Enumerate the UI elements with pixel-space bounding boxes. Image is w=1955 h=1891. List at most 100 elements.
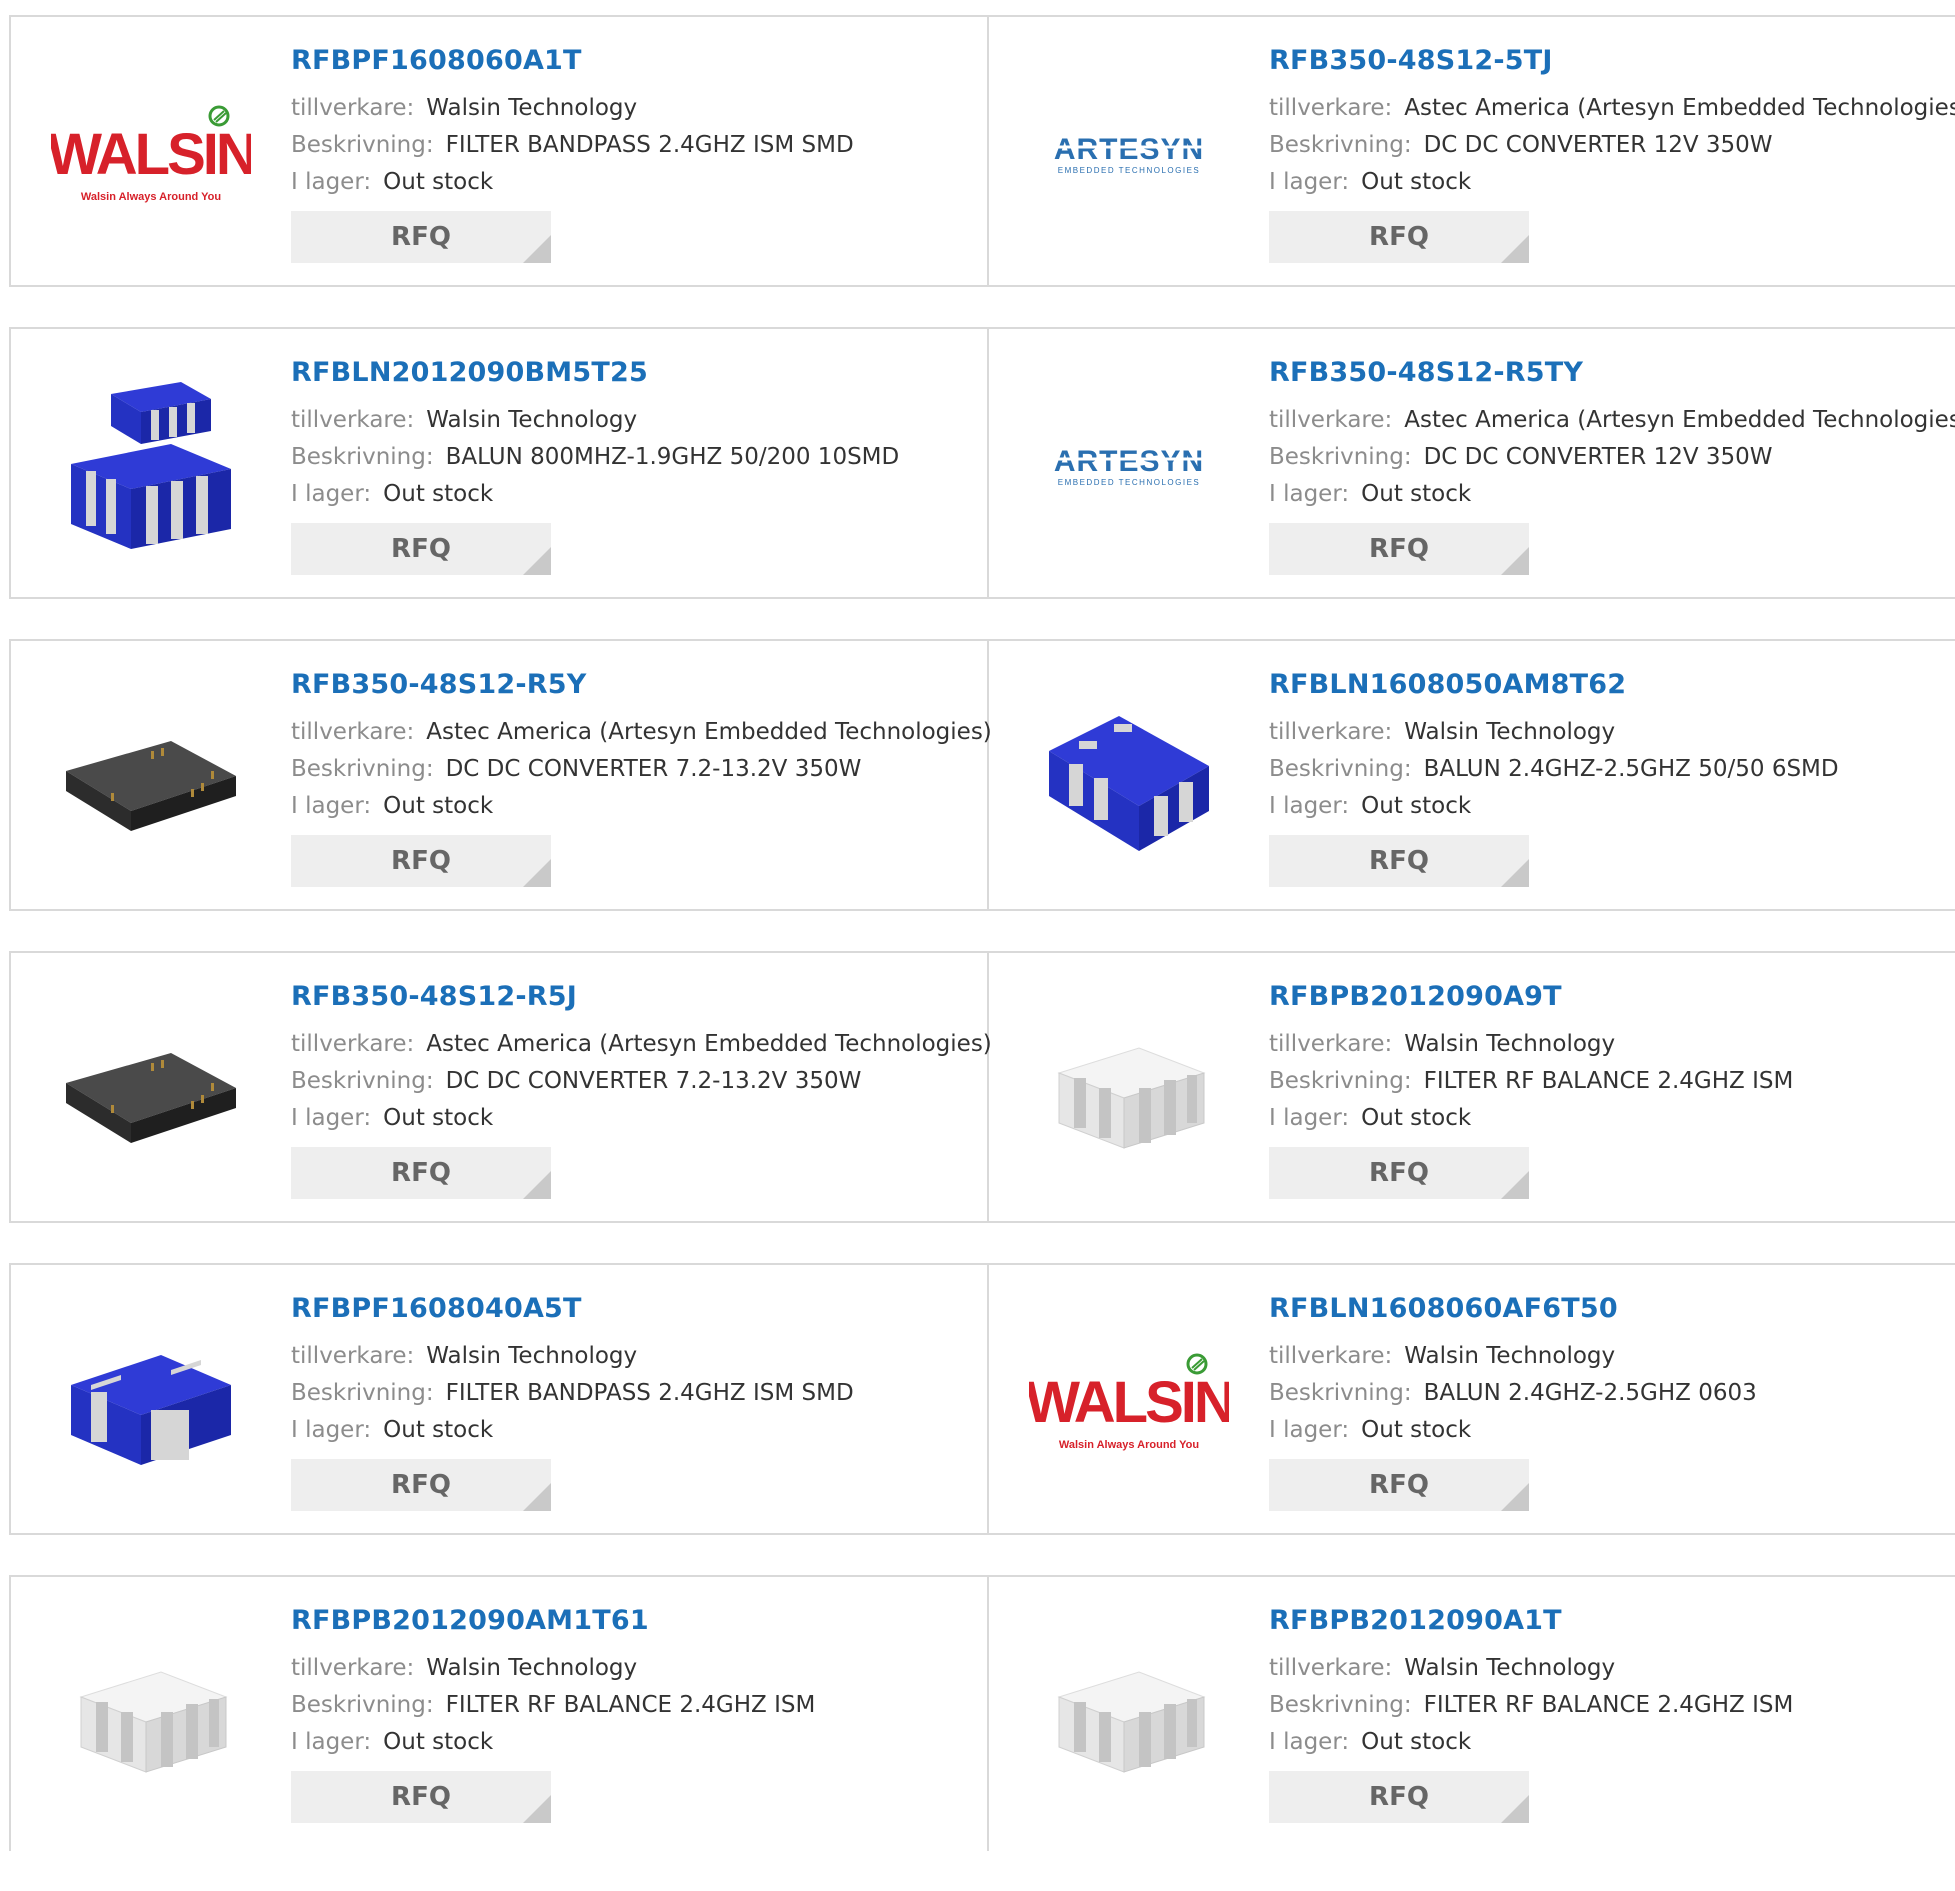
rfq-button[interactable]: RFQ bbox=[291, 523, 551, 575]
description-label: Beskrivning: bbox=[1269, 1692, 1412, 1718]
rfq-label: RFQ bbox=[1369, 1782, 1429, 1812]
description-value: BALUN 2.4GHZ-2.5GHZ 0603 bbox=[1423, 1380, 1757, 1406]
description-value: FILTER BANDPASS 2.4GHZ ISM SMD bbox=[445, 1380, 854, 1406]
product-image[interactable]: ARTESYN EMBEDDED TECHNOLOGIES bbox=[1029, 57, 1229, 257]
description-value: DC DC CONVERTER 12V 350W bbox=[1423, 444, 1773, 470]
product-image[interactable]: WALSIN Walsin Always Around You bbox=[1029, 1305, 1229, 1505]
description-label: Beskrivning: bbox=[291, 1068, 434, 1094]
rfq-button[interactable]: RFQ bbox=[1269, 1771, 1529, 1823]
rfq-button[interactable]: RFQ bbox=[291, 211, 551, 263]
rfq-label: RFQ bbox=[391, 1470, 451, 1500]
svg-text:ARTESYN: ARTESYN bbox=[1054, 133, 1204, 166]
product-image[interactable] bbox=[1029, 1617, 1229, 1817]
corner-triangle-icon bbox=[523, 547, 551, 575]
svg-text:WALSIN: WALSIN bbox=[51, 122, 251, 187]
stock-label: I lager: bbox=[291, 481, 372, 507]
description-value: DC DC CONVERTER 12V 350W bbox=[1423, 132, 1773, 158]
product-card: ARTESYN EMBEDDED TECHNOLOGIES RFB350-48S… bbox=[989, 17, 1955, 285]
product-card: RFBPB2012090A9T tillverkare: Walsin Techn… bbox=[989, 953, 1955, 1221]
rfq-button[interactable]: RFQ bbox=[291, 835, 551, 887]
svg-text:EMBEDDED TECHNOLOGIES: EMBEDDED TECHNOLOGIES bbox=[1058, 166, 1200, 175]
manufacturer-label: tillverkare: bbox=[1269, 95, 1393, 121]
product-card: RFBPB2012090A1T tillverkare: Walsin Techn… bbox=[989, 1577, 1955, 1851]
description-label: Beskrivning: bbox=[291, 1380, 434, 1406]
product-info: RFBLN2012090BM5T25 tillverkare: Walsin Te… bbox=[291, 357, 899, 575]
product-row: RFB350-48S12-R5Y tillverkare: Astec Ameri… bbox=[9, 639, 1955, 911]
stock-label: I lager: bbox=[291, 1417, 372, 1443]
product-info: RFBLN1608050AM8T62 tillverkare: Walsin Te… bbox=[1269, 669, 1839, 887]
corner-triangle-icon bbox=[1501, 859, 1529, 887]
svg-text:ARTESYN: ARTESYN bbox=[1054, 445, 1204, 478]
product-row: WALSIN Walsin Always Around You RFBPF160… bbox=[9, 15, 1955, 287]
product-image[interactable]: WALSIN Walsin Always Around You bbox=[51, 57, 251, 257]
rfq-button[interactable]: RFQ bbox=[1269, 835, 1529, 887]
part-number-link[interactable]: RFBLN1608050AM8T62 bbox=[1269, 669, 1839, 700]
part-number-link[interactable]: RFBPF1608060A1T bbox=[291, 45, 854, 76]
manufacturer-value: Walsin Technology bbox=[426, 95, 638, 121]
manufacturer-value: Astec America (Artesyn Embedded Technolo… bbox=[426, 719, 992, 745]
part-number-link[interactable]: RFB350-48S12-R5Y bbox=[291, 669, 992, 700]
description-label: Beskrivning: bbox=[291, 132, 434, 158]
description-label: Beskrivning: bbox=[291, 756, 434, 782]
description-value: BALUN 800MHZ-1.9GHZ 50/200 10SMD bbox=[445, 444, 900, 470]
manufacturer-label: tillverkare: bbox=[291, 95, 415, 121]
description-label: Beskrivning: bbox=[291, 444, 434, 470]
stock-label: I lager: bbox=[1269, 793, 1350, 819]
description-line: Beskrivning: DC DC CONVERTER 7.2-13.2V 35… bbox=[291, 751, 992, 788]
product-image[interactable] bbox=[1029, 681, 1229, 881]
product-info: RFB350-48S12-R5TY tillverkare: Astec Amer… bbox=[1269, 357, 1955, 575]
part-number-link[interactable]: RFBPB2012090AM1T61 bbox=[291, 1605, 815, 1636]
rfq-button[interactable]: RFQ bbox=[1269, 523, 1529, 575]
stock-line: I lager: Out stock bbox=[291, 1100, 992, 1137]
manufacturer-value: Walsin Technology bbox=[1404, 1655, 1616, 1681]
part-number-link[interactable]: RFBPF1608040A5T bbox=[291, 1293, 854, 1324]
manufacturer-value: Walsin Technology bbox=[426, 1655, 638, 1681]
product-image[interactable] bbox=[51, 1617, 251, 1817]
stock-value: Out stock bbox=[383, 793, 494, 819]
product-image[interactable] bbox=[51, 681, 251, 881]
part-number-link[interactable]: RFBLN1608060AF6T50 bbox=[1269, 1293, 1757, 1324]
part-number-link[interactable]: RFBPB2012090A9T bbox=[1269, 981, 1793, 1012]
rfq-button[interactable]: RFQ bbox=[291, 1147, 551, 1199]
product-image[interactable] bbox=[51, 369, 251, 569]
stock-label: I lager: bbox=[1269, 169, 1350, 195]
rfq-button[interactable]: RFQ bbox=[1269, 1147, 1529, 1199]
product-image[interactable] bbox=[1029, 993, 1229, 1193]
part-number-link[interactable]: RFB350-48S12-R5TY bbox=[1269, 357, 1955, 388]
part-number-link[interactable]: RFB350-48S12-5TJ bbox=[1269, 45, 1955, 76]
description-line: Beskrivning: DC DC CONVERTER 12V 350W bbox=[1269, 439, 1955, 476]
description-line: Beskrivning: BALUN 2.4GHZ-2.5GHZ 50/50 6S… bbox=[1269, 751, 1839, 788]
manufacturer-label: tillverkare: bbox=[1269, 1031, 1393, 1057]
product-info: RFBPB2012090A1T tillverkare: Walsin Techn… bbox=[1269, 1605, 1793, 1823]
rfq-button[interactable]: RFQ bbox=[291, 1459, 551, 1511]
manufacturer-label: tillverkare: bbox=[1269, 1655, 1393, 1681]
rfq-label: RFQ bbox=[1369, 534, 1429, 564]
rfq-label: RFQ bbox=[391, 1158, 451, 1188]
description-line: Beskrivning: BALUN 2.4GHZ-2.5GHZ 0603 bbox=[1269, 1375, 1757, 1412]
stock-line: I lager: Out stock bbox=[291, 1724, 815, 1761]
part-number-link[interactable]: RFBPB2012090A1T bbox=[1269, 1605, 1793, 1636]
product-image[interactable]: ARTESYN EMBEDDED TECHNOLOGIES bbox=[1029, 369, 1229, 569]
stock-label: I lager: bbox=[291, 793, 372, 819]
rfq-button[interactable]: RFQ bbox=[291, 1771, 551, 1823]
corner-triangle-icon bbox=[1501, 235, 1529, 263]
stock-label: I lager: bbox=[291, 1729, 372, 1755]
part-number-link[interactable]: RFBLN2012090BM5T25 bbox=[291, 357, 899, 388]
rfq-label: RFQ bbox=[1369, 222, 1429, 252]
product-row: RFBPF1608040A5T tillverkare: Walsin Techn… bbox=[9, 1263, 1955, 1535]
product-image[interactable] bbox=[51, 1305, 251, 1505]
manufacturer-label: tillverkare: bbox=[291, 719, 415, 745]
product-info: RFBPF1608040A5T tillverkare: Walsin Techn… bbox=[291, 1293, 854, 1511]
stock-line: I lager: Out stock bbox=[291, 1412, 854, 1449]
manufacturer-value: Walsin Technology bbox=[426, 1343, 638, 1369]
rfq-button[interactable]: RFQ bbox=[1269, 211, 1529, 263]
corner-triangle-icon bbox=[523, 859, 551, 887]
product-image[interactable] bbox=[51, 993, 251, 1193]
manufacturer-line: tillverkare: Walsin Technology bbox=[291, 1338, 854, 1375]
rfq-button[interactable]: RFQ bbox=[1269, 1459, 1529, 1511]
product-row: RFB350-48S12-R5J tillverkare: Astec Ameri… bbox=[9, 951, 1955, 1223]
stock-label: I lager: bbox=[1269, 1105, 1350, 1131]
part-number-link[interactable]: RFB350-48S12-R5J bbox=[291, 981, 992, 1012]
product-info: RFB350-48S12-R5Y tillverkare: Astec Ameri… bbox=[291, 669, 992, 887]
product-card: RFB350-48S12-R5J tillverkare: Astec Ameri… bbox=[11, 953, 992, 1221]
